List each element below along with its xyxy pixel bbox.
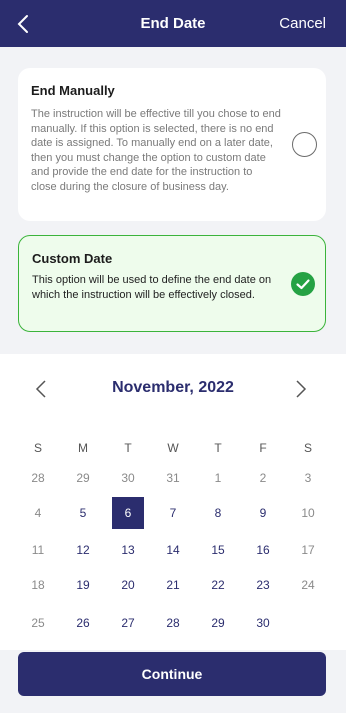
calendar-day[interactable]: 17 xyxy=(292,534,324,566)
calendar-day[interactable]: 11 xyxy=(22,534,54,566)
calendar-day[interactable]: 29 xyxy=(202,607,234,639)
calendar-day[interactable]: 31 xyxy=(157,462,189,494)
weekday-label: S xyxy=(303,441,312,455)
option-description: This option will be used to define the e… xyxy=(32,274,272,301)
weekday-label: T xyxy=(214,441,222,455)
option-description: The instruction will be effective till y… xyxy=(31,108,281,193)
calendar-day[interactable]: 4 xyxy=(22,497,54,529)
calendar-day[interactable]: 16 xyxy=(247,534,279,566)
option-end-manually[interactable]: End Manually The instruction will be eff… xyxy=(18,68,326,221)
calendar: November, 2022 S M T W T F S 28 29 30 31 1 2 3 4 5 6 7 8 9 1… xyxy=(0,354,346,650)
calendar-day[interactable]: 1 xyxy=(202,462,234,494)
weekday-label: W xyxy=(167,441,179,455)
calendar-day[interactable]: 14 xyxy=(157,534,189,566)
calendar-day[interactable]: 23 xyxy=(247,569,279,601)
calendar-day[interactable]: 7 xyxy=(157,497,189,529)
option-title: End Manually xyxy=(31,83,115,98)
calendar-day[interactable]: 10 xyxy=(292,497,324,529)
calendar-day[interactable]: 24 xyxy=(292,569,324,601)
calendar-day[interactable]: 8 xyxy=(202,497,234,529)
calendar-day[interactable]: 9 xyxy=(247,497,279,529)
calendar-day[interactable]: 13 xyxy=(112,534,144,566)
option-title: Custom Date xyxy=(32,251,113,266)
continue-button[interactable]: Continue xyxy=(18,652,326,696)
calendar-day[interactable]: 25 xyxy=(22,607,54,639)
calendar-day[interactable]: 12 xyxy=(67,534,99,566)
calendar-day[interactable]: 3 xyxy=(292,462,324,494)
calendar-day[interactable]: 5 xyxy=(67,497,99,529)
next-month-chevron-icon[interactable] xyxy=(293,379,309,399)
check-icon[interactable] xyxy=(291,272,315,296)
weekday-label: T xyxy=(124,441,132,455)
selected-day[interactable]: 6 xyxy=(112,497,144,529)
weekday-label: F xyxy=(259,441,267,455)
calendar-day[interactable]: 28 xyxy=(22,462,54,494)
calendar-day[interactable]: 15 xyxy=(202,534,234,566)
calendar-day[interactable]: 27 xyxy=(112,607,144,639)
weekday-label: M xyxy=(78,441,88,455)
calendar-day[interactable]: 22 xyxy=(202,569,234,601)
calendar-day[interactable]: 20 xyxy=(112,569,144,601)
weekday-label: S xyxy=(33,441,42,455)
calendar-day[interactable]: 30 xyxy=(247,607,279,639)
calendar-day[interactable]: 30 xyxy=(112,462,144,494)
calendar-day[interactable]: 18 xyxy=(22,569,54,601)
calendar-day[interactable]: 29 xyxy=(67,462,99,494)
calendar-day[interactable]: 28 xyxy=(157,607,189,639)
header-bar: End Date Cancel xyxy=(0,0,346,47)
unselected-radio-icon[interactable] xyxy=(292,132,317,157)
calendar-day[interactable]: 21 xyxy=(157,569,189,601)
calendar-day[interactable]: 19 xyxy=(67,569,99,601)
calendar-day[interactable]: 26 xyxy=(67,607,99,639)
option-custom-date[interactable]: Custom Date This option will be used to … xyxy=(18,235,326,332)
cancel-button[interactable]: Cancel xyxy=(279,15,326,32)
calendar-day[interactable]: 2 xyxy=(247,462,279,494)
